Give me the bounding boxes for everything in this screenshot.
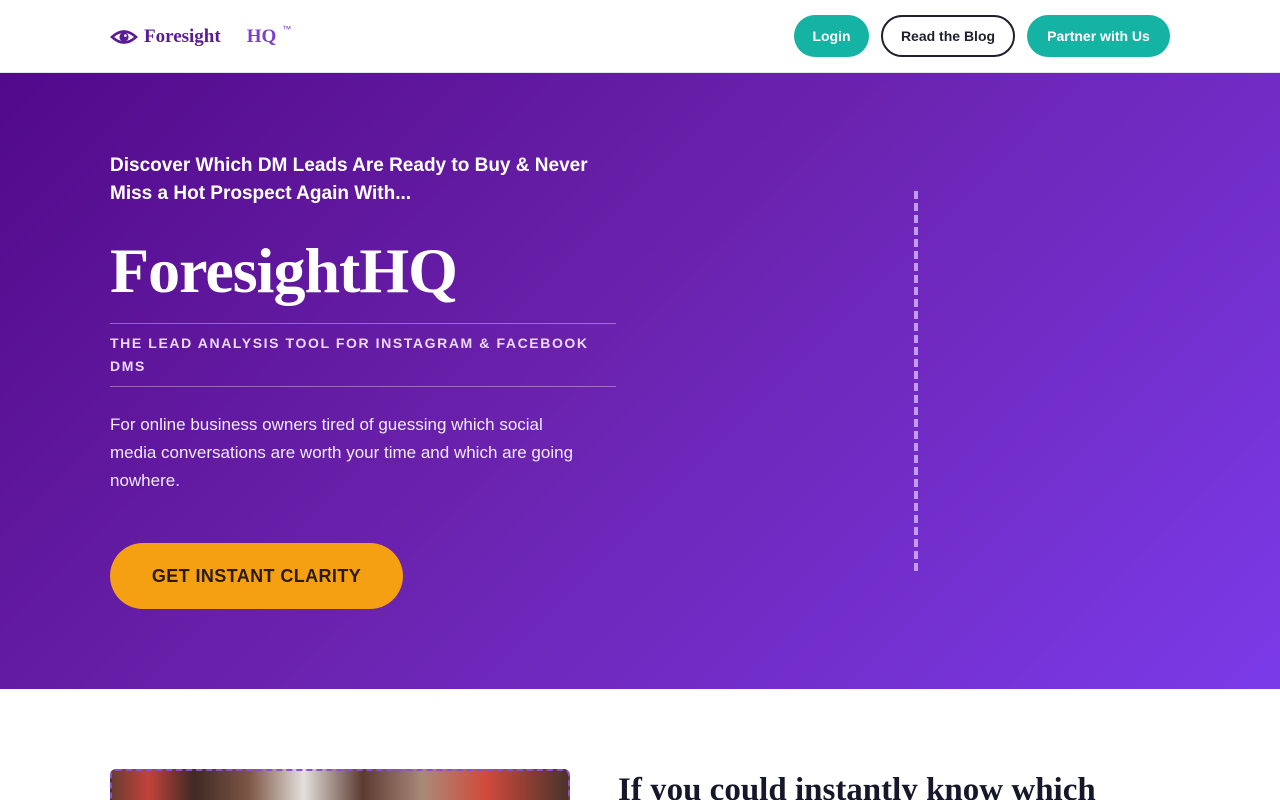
- brand-logo[interactable]: Foresight HQ ™: [110, 22, 291, 52]
- header-nav: Login Read the Blog Partner with Us: [794, 15, 1170, 57]
- login-button[interactable]: Login: [794, 15, 869, 57]
- logo-wordmark: Foresight: [144, 26, 221, 47]
- trademark-symbol: ™: [282, 24, 292, 34]
- dashed-divider: [914, 191, 918, 571]
- tagline-divider-bottom: [110, 386, 616, 387]
- hero-description: For online business owners tired of gues…: [110, 415, 574, 490]
- read-blog-button[interactable]: Read the Blog: [881, 15, 1015, 57]
- hero-tagline: THE LEAD ANALYSIS TOOL FOR INSTAGRAM & F…: [110, 335, 589, 374]
- section-heading: If you could instantly know which: [618, 772, 1096, 800]
- get-instant-clarity-button[interactable]: GET INSTANT CLARITY: [110, 543, 403, 609]
- partner-button[interactable]: Partner with Us: [1027, 15, 1170, 57]
- hero-section: Discover Which DM Leads Are Ready to Buy…: [0, 73, 1280, 689]
- hero-kicker: Discover Which DM Leads Are Ready to Buy…: [110, 155, 588, 204]
- logo-hq: HQ: [246, 26, 277, 47]
- hero-title: ForesightHQ: [110, 235, 458, 306]
- tagline-divider-top: [110, 323, 616, 324]
- site-header: Foresight HQ ™ Login Read the Blog Partn…: [0, 0, 1280, 73]
- eye-icon: [110, 30, 138, 44]
- feature-image: [110, 769, 570, 800]
